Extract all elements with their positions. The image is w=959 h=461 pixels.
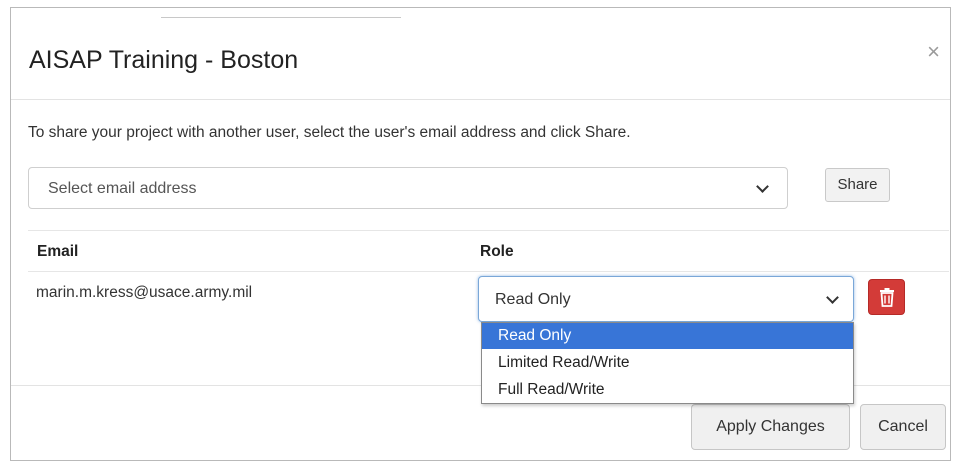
apply-changes-button[interactable]: Apply Changes: [691, 404, 850, 450]
role-select[interactable]: Read Only: [478, 276, 854, 322]
share-button[interactable]: Share: [825, 168, 890, 202]
trash-icon: [880, 288, 894, 307]
close-icon[interactable]: ×: [927, 41, 940, 63]
cancel-button[interactable]: Cancel: [860, 404, 946, 450]
email-select[interactable]: Select email address: [28, 167, 788, 209]
role-option-limited-read-write[interactable]: Limited Read/Write: [482, 350, 853, 376]
role-option-full-read-write[interactable]: Full Read/Write: [482, 377, 853, 403]
share-instructions: To share your project with another user,…: [28, 124, 631, 141]
role-select-value: Read Only: [495, 291, 571, 308]
chevron-down-icon: [826, 291, 839, 304]
role-dropdown-list: Read Only Limited Read/Write Full Read/W…: [481, 322, 854, 404]
role-option-read-only[interactable]: Read Only: [482, 323, 853, 349]
modal-header: AISAP Training - Boston ×: [11, 8, 950, 100]
delete-user-button[interactable]: [868, 279, 905, 315]
share-project-modal: AISAP Training - Boston × To share your …: [10, 7, 951, 461]
column-header-email: Email: [37, 243, 79, 260]
chevron-down-icon: [756, 180, 769, 193]
email-select-placeholder: Select email address: [48, 180, 197, 197]
user-email: marin.m.kress@usace.army.mil: [36, 284, 253, 301]
users-table-header: Email Role: [28, 230, 949, 272]
column-header-role: Role: [480, 243, 514, 260]
modal-title: AISAP Training - Boston: [29, 46, 299, 74]
